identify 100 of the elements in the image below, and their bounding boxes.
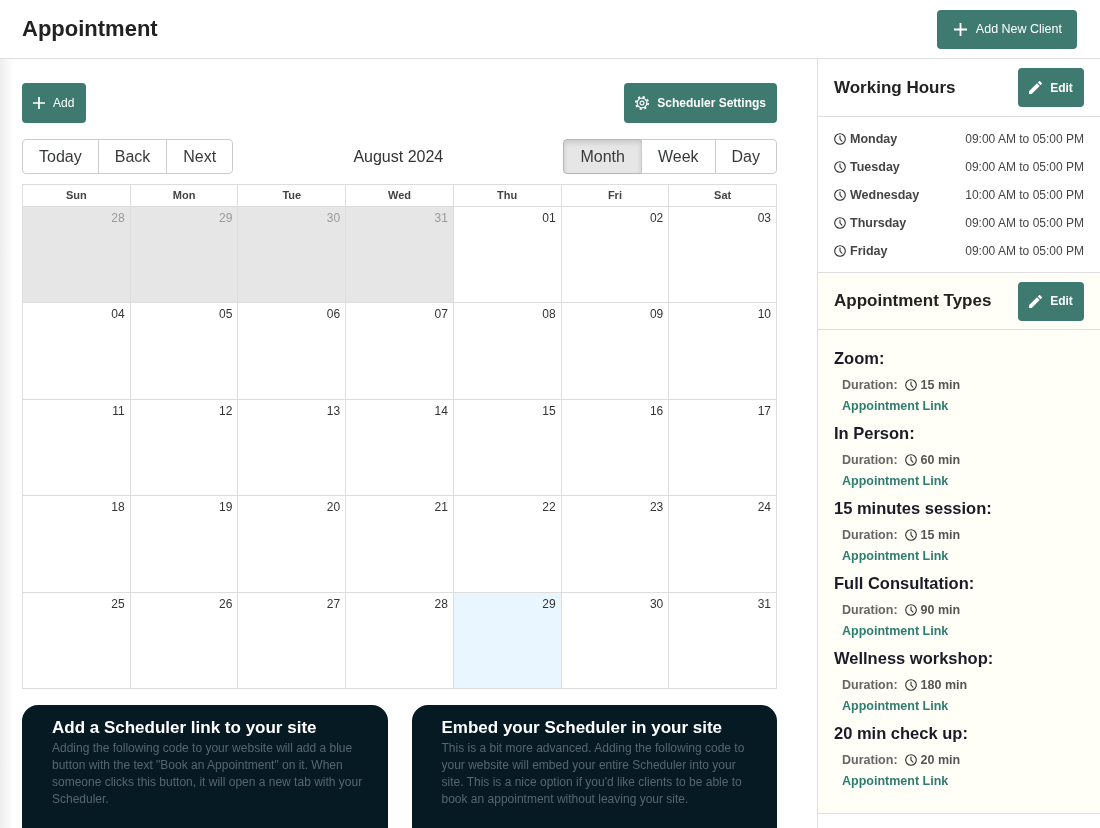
- duration-label: Duration:: [842, 603, 898, 617]
- date-number: 08: [542, 307, 556, 322]
- date-number: 13: [326, 403, 341, 418]
- appointment-link[interactable]: Appointment Link: [842, 621, 949, 641]
- edit-button[interactable]: Edit: [1018, 281, 1084, 321]
- add-client-button[interactable]: Add New Client: [936, 9, 1077, 49]
- appointment-type-name: 15 minutes session:: [834, 498, 993, 519]
- clock-icon: [834, 217, 846, 229]
- date-number: 09: [649, 307, 664, 322]
- day-label: Wednesday: [850, 188, 921, 202]
- pencil-icon: [1029, 294, 1043, 308]
- duration-label: Duration:: [842, 753, 898, 767]
- date-number: 16: [649, 403, 664, 418]
- edit-button[interactable]: Edit: [1018, 68, 1084, 107]
- appointment-link[interactable]: Appointment Link: [842, 771, 949, 791]
- day-label: Monday: [850, 132, 899, 146]
- date-number: 17: [757, 403, 771, 418]
- date-number: 14: [434, 403, 448, 418]
- duration-value: 15 min: [920, 378, 961, 392]
- card-text: This is a bit more advanced. Adding the following code to your website will embed your entire Scheduler into your site. This is a nice option if you'd like clients to be able to book an appointment without leaving your site.: [441, 740, 746, 808]
- card-title: Add a Scheduler link to your site: [52, 717, 318, 738]
- hours-text: 09:00 AM to 05:00 PM: [965, 160, 1084, 174]
- plus-icon: [953, 22, 967, 36]
- date-number: 29: [542, 596, 556, 611]
- date-number: 19: [219, 500, 233, 515]
- date-number: 15: [542, 403, 556, 418]
- add-button[interactable]: Add: [22, 83, 87, 123]
- date-number: 22: [542, 500, 556, 515]
- day-label: Tuesday: [850, 160, 901, 174]
- date-number: 27: [326, 596, 341, 611]
- period-label: August 2024: [352, 147, 445, 166]
- date-number: 03: [757, 211, 771, 225]
- hours-text: 10:00 AM to 05:00 PM: [965, 188, 1084, 202]
- hours-text: 09:00 AM to 05:00 PM: [965, 244, 1084, 258]
- section-title: Appointment Types: [834, 291, 992, 311]
- duration-value: 15 min: [920, 528, 961, 542]
- appointment-type-name: In Person:: [834, 423, 916, 444]
- clock-icon: [904, 529, 917, 541]
- weekday-header: Wed: [346, 185, 453, 206]
- date-number: 28: [434, 596, 448, 611]
- date-number: 20: [326, 500, 341, 515]
- scheduler-settings-button[interactable]: Scheduler Settings: [624, 83, 777, 123]
- date-number: 28: [111, 211, 125, 225]
- next-button[interactable]: Next: [166, 139, 234, 174]
- duration-label: Duration:: [842, 528, 898, 542]
- date-number: 07: [434, 307, 448, 322]
- date-number: 10: [757, 307, 771, 322]
- appointment-link[interactable]: Appointment Link: [842, 396, 949, 416]
- appointment-link[interactable]: Appointment Link: [842, 546, 949, 566]
- date-number: 02: [649, 211, 664, 225]
- pencil-icon: [1029, 81, 1043, 94]
- view-tab[interactable]: Day: [714, 139, 777, 174]
- appointment-type-name: Wellness workshop:: [834, 648, 995, 669]
- appointment-link[interactable]: Appointment Link: [842, 696, 949, 716]
- duration-label: Duration:: [842, 378, 898, 392]
- day-label: Thursday: [850, 216, 908, 230]
- date-number: 12: [219, 403, 233, 418]
- date-number: 01: [542, 211, 556, 225]
- section-title: Working Hours: [834, 77, 956, 98]
- clock-icon: [904, 454, 917, 466]
- duration-value: 90 min: [920, 603, 961, 617]
- date-number: 31: [434, 211, 448, 225]
- date-number: 06: [326, 307, 341, 322]
- today-button[interactable]: Today: [22, 139, 99, 174]
- weekday-header: Sun: [23, 185, 130, 206]
- plus-icon: [33, 97, 45, 109]
- card-title: Embed your Scheduler in your site: [441, 717, 724, 738]
- clock-icon: [904, 679, 917, 691]
- appointment-type-name: Full Consultation:: [834, 573, 976, 594]
- date-number: 26: [219, 596, 233, 611]
- date-number: 18: [111, 500, 125, 515]
- page-title: Appointment: [22, 16, 158, 42]
- day-label: Friday: [850, 244, 889, 258]
- view-tab[interactable]: Month: [563, 139, 642, 174]
- back-button[interactable]: Back: [97, 139, 168, 174]
- date-number: 23: [649, 500, 664, 515]
- date-number: 21: [434, 500, 448, 515]
- appointment-type-name: Zoom:: [834, 348, 886, 369]
- clock-icon: [834, 161, 846, 173]
- duration-value: 180 min: [920, 678, 968, 692]
- weekday-header: Sat: [669, 185, 776, 206]
- duration-label: Duration:: [842, 678, 898, 692]
- duration-value: 60 min: [920, 453, 961, 467]
- duration-value: 20 min: [920, 753, 961, 767]
- duration-label: Duration:: [842, 453, 898, 467]
- date-number: 25: [111, 596, 125, 611]
- hours-text: 09:00 AM to 05:00 PM: [965, 216, 1084, 230]
- clock-icon: [904, 379, 917, 391]
- date-number: 11: [112, 403, 125, 418]
- appointment-link[interactable]: Appointment Link: [842, 471, 949, 491]
- date-number: 29: [219, 211, 233, 225]
- date-number: 31: [757, 596, 771, 611]
- weekday-header: Mon: [130, 185, 238, 206]
- clock-icon: [904, 604, 917, 616]
- date-number: 24: [757, 500, 771, 515]
- weekday-header: Fri: [561, 185, 669, 206]
- date-number: 30: [649, 596, 664, 611]
- date-number: 04: [111, 307, 125, 322]
- hours-text: 09:00 AM to 05:00 PM: [965, 132, 1084, 146]
- view-tab[interactable]: Week: [640, 139, 716, 174]
